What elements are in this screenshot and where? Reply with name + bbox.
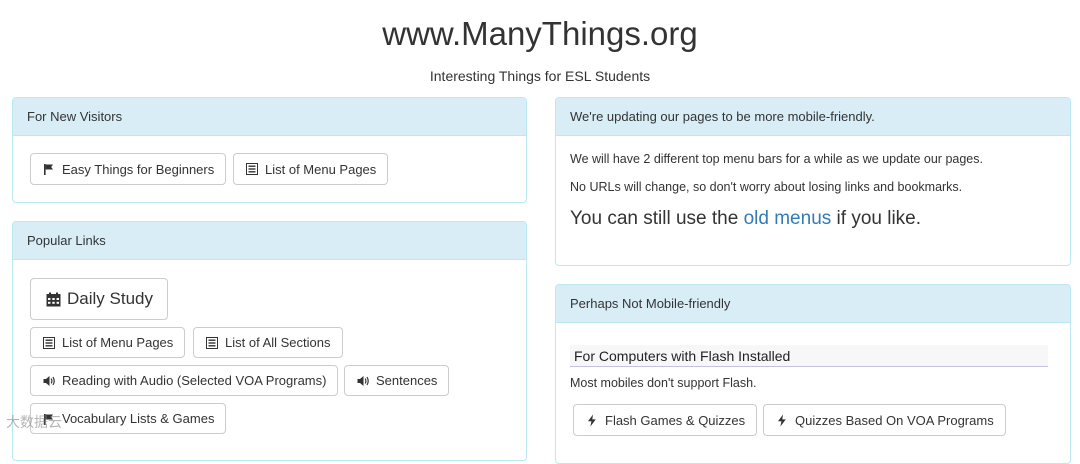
bolt-icon: [775, 413, 789, 427]
list-icon: [205, 336, 219, 350]
daily-study-button[interactable]: Daily Study: [30, 278, 168, 320]
flash-subheading: For Computers with Flash Installed: [570, 345, 1048, 367]
list-menu-pages-label: List of Menu Pages: [265, 161, 377, 177]
daily-study-label: Daily Study: [67, 289, 153, 308]
sentences-button[interactable]: Sentences: [344, 365, 450, 396]
site-title: www.ManyThings.org: [382, 15, 698, 52]
voa-quizzes-button[interactable]: Quizzes Based On VOA Programs: [763, 404, 1006, 436]
popular-links-heading: Popular Links: [13, 222, 526, 260]
vocabulary-label: Vocabulary Lists & Games: [62, 411, 215, 426]
reading-audio-button[interactable]: Reading with Audio (Selected VOA Program…: [30, 365, 339, 396]
old-menus-prefix: You can still use the: [570, 208, 739, 229]
volume-icon: [356, 374, 370, 388]
site-subtitle: Interesting Things for ESL Students: [429, 68, 651, 84]
bolt-icon: [585, 413, 599, 427]
flash-games-button[interactable]: Flash Games & Quizzes: [573, 404, 758, 436]
watermark: 大数据云: [6, 414, 62, 430]
list-menu-pages-label-2: List of Menu Pages: [62, 335, 174, 350]
voa-quizzes-label: Quizzes Based On VOA Programs: [795, 412, 994, 428]
old-menus-suffix: if you like.: [836, 208, 922, 229]
mobile-notice-panel: We're updating our pages to be more mobi…: [555, 97, 1071, 266]
easy-things-label: Easy Things for Beginners: [62, 161, 215, 177]
mobile-notice-line-2: No URLs will change, so don't worry abou…: [570, 180, 963, 194]
flash-games-label: Flash Games & Quizzes: [605, 412, 746, 428]
mobile-notice-heading: We're updating our pages to be more mobi…: [556, 98, 1070, 136]
flash-note: Most mobiles don't support Flash.: [570, 376, 757, 390]
list-menu-pages-button-2[interactable]: List of Menu Pages: [30, 327, 186, 358]
volume-icon: [42, 374, 56, 388]
list-all-sections-button[interactable]: List of All Sections: [193, 327, 343, 358]
not-mobile-panel: Perhaps Not Mobile-friendly For Computer…: [555, 284, 1071, 464]
mobile-notice-line-1: We will have 2 different top menu bars f…: [570, 152, 983, 166]
new-visitors-heading: For New Visitors: [13, 98, 526, 136]
list-menu-pages-button[interactable]: List of Menu Pages: [233, 153, 389, 185]
old-menus-link[interactable]: old menus: [744, 208, 832, 229]
calendar-icon: [45, 291, 61, 307]
list-icon: [42, 336, 56, 350]
not-mobile-heading: Perhaps Not Mobile-friendly: [556, 285, 1070, 323]
old-menus-message: You can still use the old menus if you l…: [570, 208, 921, 230]
list-icon: [245, 162, 259, 176]
popular-links-panel: Popular Links Daily Study List of Menu P…: [12, 221, 527, 461]
list-all-sections-label: List of All Sections: [225, 335, 331, 350]
new-visitors-panel: For New Visitors Easy Things for Beginne…: [12, 97, 527, 203]
easy-things-button[interactable]: Easy Things for Beginners: [30, 153, 227, 185]
flag-icon: [42, 162, 56, 176]
sentences-label: Sentences: [376, 373, 438, 388]
reading-audio-label: Reading with Audio (Selected VOA Program…: [62, 373, 327, 388]
